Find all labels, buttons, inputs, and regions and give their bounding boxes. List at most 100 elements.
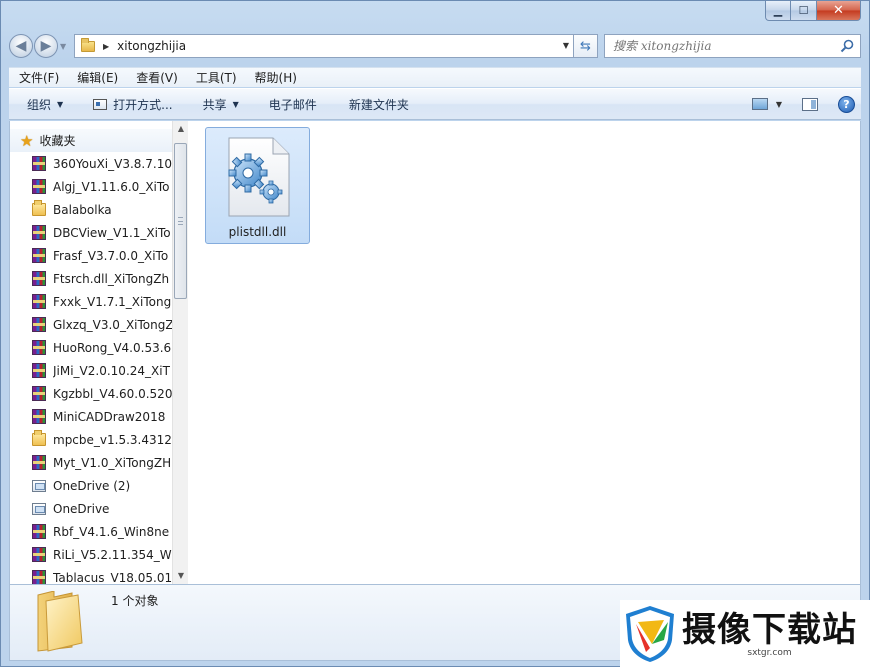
minimize-button[interactable]: ▁ [765,1,791,21]
rar-archive-icon [32,455,46,470]
nav-item[interactable]: mpcbe_v1.5.3.4312 [10,428,172,451]
back-arrow-icon: ◀ [15,38,27,54]
nav-item[interactable]: Myt_V1.0_XiTongZH [10,451,172,474]
search-input[interactable] [613,39,813,53]
menu-tools[interactable]: 工具(T) [186,69,245,86]
nav-item[interactable]: MiniCADDraw2018 [10,405,172,428]
nav-favorites-label: 收藏夹 [39,134,76,148]
nav-item[interactable]: Kgzbbl_V4.60.0.520 [10,382,172,405]
rar-archive-icon [32,248,46,263]
nav-item-label: mpcbe_v1.5.3.4312 [53,432,172,447]
nav-scrollbar[interactable]: ▲ ▼ [172,121,188,584]
menu-help[interactable]: 帮助(H) [245,69,305,86]
back-button[interactable]: ◀ [9,34,33,58]
folder-icon [37,591,83,652]
email-button[interactable]: 电子邮件 [261,92,327,116]
dll-file-gear-icon [228,137,289,217]
menu-file[interactable]: 文件(F) [9,69,67,86]
menu-view[interactable]: 查看(V) [126,69,186,86]
nav-item-label: Fxxk_V1.7.1_XiTong [53,294,172,309]
recent-pages-dropdown[interactable]: ▼ [60,42,70,51]
folder-icon [32,430,46,446]
scroll-up-icon[interactable]: ▲ [176,124,186,134]
folder-icon [32,200,46,216]
navigation-pane: ★ 收藏夹 360YouXi_V3.8.7.10 Algj_V1.11.6.0_X… [10,121,188,584]
share-label: 共享 [202,97,227,112]
breadcrumb-xitongzhijia[interactable]: xitongzhijia [117,39,186,53]
forward-button[interactable]: ▶ [34,34,58,58]
view-options-dropdown-icon[interactable]: ▼ [776,100,782,109]
maximize-icon: ☐ [798,4,809,17]
nav-item[interactable]: 360YouXi_V3.8.7.10 [10,152,172,175]
file-item[interactable]: plistdll.dll [205,127,310,244]
breadcrumb-arrow-icon[interactable]: ▶ [103,42,109,51]
nav-item[interactable]: Algj_V1.11.6.0_XiTo [10,175,172,198]
nav-item-label: Balabolka [53,202,112,217]
command-bar: 组织 ▼ 打开方式... 共享 ▼ 电子邮件 新建文件夹 ▼ ? [9,88,861,120]
nav-item[interactable]: HuoRong_V4.0.53.6 [10,336,172,359]
caption-buttons: ▁ ☐ ✕ [765,1,861,21]
new-folder-label: 新建文件夹 [348,97,409,112]
organize-button[interactable]: 组织 ▼ [19,92,73,116]
menu-edit[interactable]: 编辑(E) [67,69,126,86]
item-count: 1 个对象 [111,594,159,608]
search-icon[interactable] [840,39,854,53]
rar-archive-icon [32,570,46,584]
new-folder-button[interactable]: 新建文件夹 [341,92,419,116]
explorer-window: ▁ ☐ ✕ ◀ ▶ ▼ ▶ xitongzhijia ▼ ⇆ 文件(F) 编辑(… [0,0,870,667]
rar-archive-icon [32,340,46,355]
nav-item[interactable]: DBCView_V1.1_XiTo [10,221,172,244]
star-icon: ★ [20,131,34,150]
scroll-grip [178,217,183,225]
nav-favorites[interactable]: ★ 收藏夹 [10,129,172,152]
share-button[interactable]: 共享 ▼ [195,92,249,116]
help-icon[interactable]: ? [838,95,855,113]
nav-item-label: Rbf_V4.1.6_Win8ne [53,524,170,539]
maximize-button[interactable]: ☐ [791,1,817,21]
watermark: 摄像下载站 sxtgr.com [620,600,870,667]
view-controls: ▼ ? [751,95,861,113]
open-with-button[interactable]: 打开方式... [85,92,182,116]
address-dropdown-icon[interactable]: ▼ [563,41,569,50]
nav-item[interactable]: OneDrive [10,497,172,520]
watermark-text: 摄像下载站 sxtgr.com [682,610,857,658]
nav-item[interactable]: Frasf_V3.7.0.0_XiTo [10,244,172,267]
nav-item-label: Kgzbbl_V4.60.0.520 [53,386,172,401]
scroll-down-icon[interactable]: ▼ [176,571,186,581]
nav-item[interactable]: Balabolka [10,198,172,221]
nav-item[interactable]: Rbf_V4.1.6_Win8ne [10,520,172,543]
navigation-list: ★ 收藏夹 360YouXi_V3.8.7.10 Algj_V1.11.6.0_X… [10,129,172,584]
nav-item-label: HuoRong_V4.0.53.6 [53,340,172,355]
shield-logo-icon [626,605,674,662]
nav-item-label: OneDrive (2) [53,478,131,493]
rar-archive-icon [32,524,46,539]
nav-item[interactable]: Fxxk_V1.7.1_XiTong [10,290,172,313]
change-view-icon[interactable] [751,98,768,110]
file-list-pane[interactable]: plistdll.dll [190,121,860,584]
refresh-button[interactable]: ⇆ [574,34,598,58]
nav-item-label: JiMi_V2.0.10.24_XiT [53,363,170,378]
watermark-brand: 摄像下载站 [682,609,857,650]
nav-item[interactable]: JiMi_V2.0.10.24_XiT [10,359,172,382]
nav-item-label: OneDrive [53,501,110,516]
close-button[interactable]: ✕ [817,1,861,21]
nav-item[interactable]: Ftsrch.dll_XiTongZh [10,267,172,290]
nav-item[interactable]: OneDrive (2) [10,474,172,497]
scroll-thumb[interactable] [174,143,187,299]
nav-item[interactable]: Tablacus_V18.05.01 [10,566,172,584]
address-bar[interactable]: ▶ xitongzhijia ▼ [74,34,574,58]
rar-archive-icon [32,363,46,378]
preview-pane-icon[interactable] [802,97,818,111]
nav-item-label: Myt_V1.0_XiTongZH [53,455,172,470]
rar-archive-icon [32,156,46,171]
search-box[interactable] [604,34,861,58]
main-content: ★ 收藏夹 360YouXi_V3.8.7.10 Algj_V1.11.6.0_X… [9,121,861,585]
nav-item[interactable]: RiLi_V5.2.11.354_Wi [10,543,172,566]
forward-arrow-icon: ▶ [40,38,52,54]
nav-item[interactable]: Glxzq_V3.0_XiTongZ [10,313,172,336]
chevron-down-icon: ▼ [60,41,67,51]
rar-archive-icon [32,409,46,424]
nav-item-label: Frasf_V3.7.0.0_XiTo [53,248,169,263]
nav-item-label: MiniCADDraw2018 [53,409,166,424]
nav-item-label: Glxzq_V3.0_XiTongZ [53,317,172,332]
